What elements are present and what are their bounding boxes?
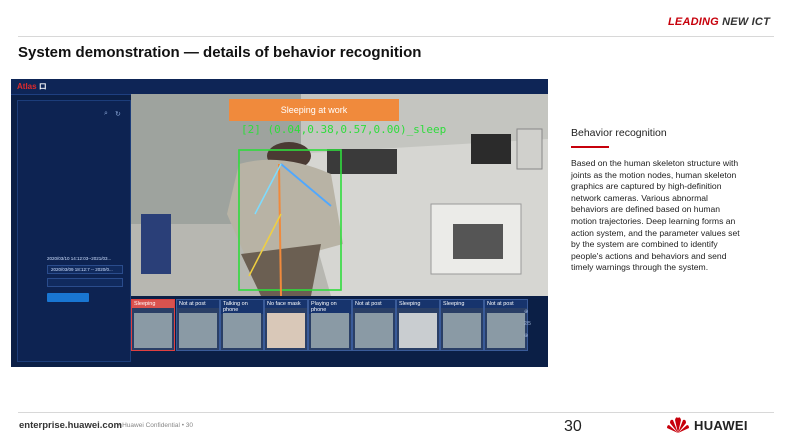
app-screenshot: Atlas ロ ⌕ ↻ 2020/03/10 14:12:03--2021/03… xyxy=(11,79,548,367)
event-thumb-4[interactable]: No face mask xyxy=(264,299,308,351)
brand-new-ict: NEW ICT xyxy=(722,16,770,28)
alert-banner: Sleeping at work xyxy=(229,99,399,121)
event-thumb-1[interactable]: Sleeping xyxy=(131,299,175,351)
company-name: HUAWEI xyxy=(694,418,748,433)
app-logo: Atlas ロ xyxy=(17,82,47,91)
section-body: Based on the human skeleton structure wi… xyxy=(571,158,740,273)
detection-readout: [2] (0.04,0.38,0.57,0.00)_sleep xyxy=(241,123,447,136)
event-thumb-7[interactable]: Sleeping xyxy=(396,299,440,351)
slide-title: System demonstration — details of behavi… xyxy=(18,44,422,61)
huawei-logo-icon xyxy=(666,416,690,439)
time-range-field[interactable]: 2020/03/09 18:12:7 -- 2020/0... xyxy=(47,265,123,274)
event-thumb-8[interactable]: Sleeping xyxy=(440,299,484,351)
strip-up-icon[interactable]: ⊕ xyxy=(524,309,528,315)
event-thumb-2[interactable]: Not at post xyxy=(176,299,220,351)
header-divider xyxy=(18,36,774,37)
event-thumb-3[interactable]: Talking on phone xyxy=(220,299,264,351)
footer-divider xyxy=(18,412,774,413)
section-heading: Behavior recognition xyxy=(571,127,667,139)
refresh-icon[interactable]: ↻ xyxy=(115,110,121,118)
type-select[interactable] xyxy=(47,278,123,287)
time-value: 2020/03/10 14:12:03--2021/03... xyxy=(47,256,112,261)
camera-sidebar xyxy=(17,100,131,362)
heading-accent-bar xyxy=(571,146,609,148)
strip-page-indicator: 2/5 xyxy=(524,321,531,327)
footer-confidential: • Huawei Confidential • 30 xyxy=(118,422,194,429)
strip-down-icon[interactable]: ⊕ xyxy=(524,333,528,339)
footer-site: enterprise.huawei.com xyxy=(19,420,122,431)
event-thumb-9[interactable]: Not at post xyxy=(484,299,528,351)
brand-leading: LEADING xyxy=(667,16,719,28)
event-thumbnail-strip: Sleeping Not at post Talking on phone No… xyxy=(131,299,539,359)
brand-tagline: LEADING NEW ICT xyxy=(668,16,770,28)
event-thumb-5[interactable]: Playing on phone xyxy=(308,299,352,351)
query-button[interactable] xyxy=(47,293,89,302)
app-topbar xyxy=(11,79,548,95)
event-thumb-6[interactable]: Not at post xyxy=(352,299,396,351)
page-number: 30 xyxy=(564,418,582,435)
search-icon[interactable]: ⌕ xyxy=(104,110,108,118)
